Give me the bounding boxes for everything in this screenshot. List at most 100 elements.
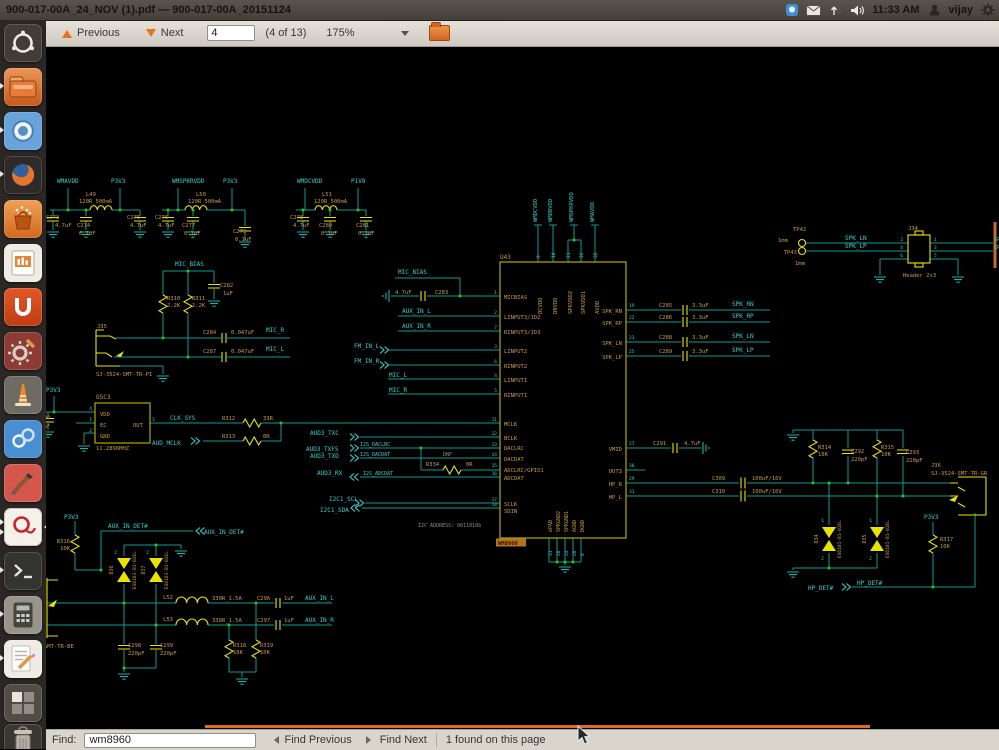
svg-text:D34: D34 [814, 534, 820, 543]
svg-text:3: 3 [494, 344, 497, 350]
pdf-page-canvas[interactable]: WMAVDDP3V3L49120R_500mAC2734.7uFC2740.1u… [46, 46, 999, 719]
svg-text:HP_DET#: HP_DET# [857, 580, 883, 587]
svg-text:24: 24 [564, 550, 570, 556]
svg-text:WM8960: WM8960 [498, 541, 518, 547]
svg-text:SPK_LN: SPK_LN [732, 333, 754, 340]
svg-text:C281: C281 [356, 223, 369, 229]
svg-text:AUX_IN_L: AUX_IN_L [402, 308, 431, 315]
find-next-button[interactable]: Find Next [380, 734, 427, 746]
svg-text:J34: J34 [908, 226, 919, 232]
svg-text:AUX_IN_DET#: AUX_IN_DET# [108, 523, 148, 530]
svg-text:8: 8 [580, 553, 586, 556]
svg-text:10K: 10K [233, 650, 244, 656]
hp-jack-j36 [950, 477, 986, 515]
svg-text:P3V3: P3V3 [46, 387, 61, 394]
svg-text:C279: C279 [233, 229, 246, 235]
files-folder-icon [4, 68, 42, 106]
svg-text:DBVDD: DBVDD [553, 297, 559, 314]
svg-text:28: 28 [572, 550, 578, 556]
horizontal-scrollbar[interactable] [46, 719, 999, 729]
scrollbar-thumb[interactable] [205, 725, 870, 728]
svg-text:I2C ADDRESS: 0011010b: I2C ADDRESS: 0011010b [418, 523, 481, 529]
svg-text:R315: R315 [881, 445, 894, 451]
running-pip [0, 171, 7, 177]
svg-text:29: 29 [629, 476, 635, 482]
dock-item-terminal[interactable] [4, 552, 42, 590]
find-bar: Find: Find Previous Find Next 1 found on… [46, 729, 999, 750]
svg-text:P3V3: P3V3 [924, 514, 939, 521]
svg-text:R313: R313 [222, 434, 235, 440]
previous-page-button[interactable]: Previous [56, 24, 126, 42]
svg-text:OSC3: OSC3 [96, 394, 111, 401]
svg-text:SPKVDD2: SPKVDD2 [568, 291, 574, 314]
ubuntu-one-icon [4, 288, 42, 326]
dock-item-document-viewer[interactable] [4, 508, 42, 546]
wm8960-schematic: WMAVDDP3V3L49120R_500mAC2734.7uFC2740.1u… [46, 46, 999, 719]
svg-text:I2C1_SCL: I2C1_SCL [329, 496, 358, 503]
svg-text:P1V8: P1V8 [351, 178, 366, 185]
user-icon [927, 3, 942, 18]
dock-item-system-settings[interactable] [4, 332, 42, 370]
dock-item-music[interactable] [4, 420, 42, 458]
svg-text:C284: C284 [203, 330, 217, 336]
svg-text:10K: 10K [60, 546, 71, 552]
svg-text:WMDBVDD: WMDBVDD [548, 199, 554, 222]
dock-item-text-editor[interactable] [4, 640, 42, 678]
dock-item-chromium[interactable] [4, 112, 42, 150]
svg-text:ADCLRC/GPIO1: ADCLRC/GPIO1 [504, 468, 544, 474]
svg-text:22: 22 [629, 315, 635, 321]
page-number-input[interactable] [207, 25, 255, 41]
find-previous-button[interactable]: Find Previous [284, 734, 351, 746]
svg-text:100uF/16V: 100uF/16V [752, 489, 782, 495]
messaging-icon[interactable] [784, 3, 799, 18]
svg-text:0R: 0R [466, 462, 473, 468]
svg-text:LINPUT2: LINPUT2 [504, 349, 527, 355]
find-previous-icon [270, 736, 279, 744]
svg-text:MCLK: MCLK [504, 422, 518, 428]
svg-text:C273: C273 [46, 215, 59, 221]
svg-text:SPK_RN: SPK_RN [732, 301, 754, 308]
dock-item-files[interactable] [4, 68, 42, 106]
svg-text:ESD101-B1-02EL: ESD101-B1-02EL [837, 520, 843, 558]
unity-launcher [0, 20, 46, 749]
running-pip [0, 529, 7, 535]
svg-text:4.7uF: 4.7uF [684, 441, 701, 447]
dock-item-workspace-switcher[interactable] [4, 684, 42, 722]
svg-text:DACLRC: DACLRC [504, 446, 524, 452]
dock-item-vlc[interactable] [4, 376, 42, 414]
svg-text:26: 26 [579, 252, 585, 258]
svg-text:L52: L52 [163, 595, 173, 601]
svg-text:2.2K: 2.2K [167, 303, 181, 309]
running-pip [0, 127, 7, 133]
clock[interactable]: 11:33 AM [872, 4, 919, 16]
volume-icon[interactable] [850, 3, 865, 18]
svg-text:R310: R310 [167, 296, 180, 302]
dock-item-paint[interactable] [4, 464, 42, 502]
network-arrows-icon[interactable] [828, 3, 843, 18]
divider [436, 733, 437, 747]
dock-item-trash[interactable] [4, 724, 42, 749]
svg-text:HP_DET#: HP_DET# [808, 585, 834, 592]
svg-text:AUX_IN_DET#: AUX_IN_DET# [204, 529, 244, 536]
session-user[interactable]: vijay [949, 4, 973, 16]
svg-text:220pF: 220pF [160, 651, 177, 657]
svg-text:RINPUT3/JD3: RINPUT3/JD3 [504, 330, 540, 336]
mail-icon[interactable] [806, 3, 821, 18]
find-input[interactable] [84, 733, 256, 748]
dock-item-ubuntu-one[interactable] [4, 288, 42, 326]
dock-item-calculator[interactable] [4, 596, 42, 634]
gear-icon[interactable] [980, 3, 995, 18]
zoom-select[interactable]: 175% [320, 25, 414, 42]
dock-item-software-center[interactable] [4, 200, 42, 238]
dock-item-dash[interactable] [4, 24, 42, 62]
running-pip [0, 519, 7, 525]
dock-item-firefox[interactable] [4, 156, 42, 194]
svg-text:0.1uF: 0.1uF [321, 231, 338, 237]
svg-text:R318: R318 [233, 643, 246, 649]
dock-item-libreoffice-impress[interactable] [4, 244, 42, 282]
history-folder-button[interactable] [429, 25, 450, 41]
svg-text:GND: GND [100, 434, 110, 440]
svg-text:33R: 33R [263, 416, 274, 422]
next-page-button[interactable]: Next [140, 24, 190, 42]
svg-text:330R_1.5A: 330R_1.5A [212, 596, 242, 602]
